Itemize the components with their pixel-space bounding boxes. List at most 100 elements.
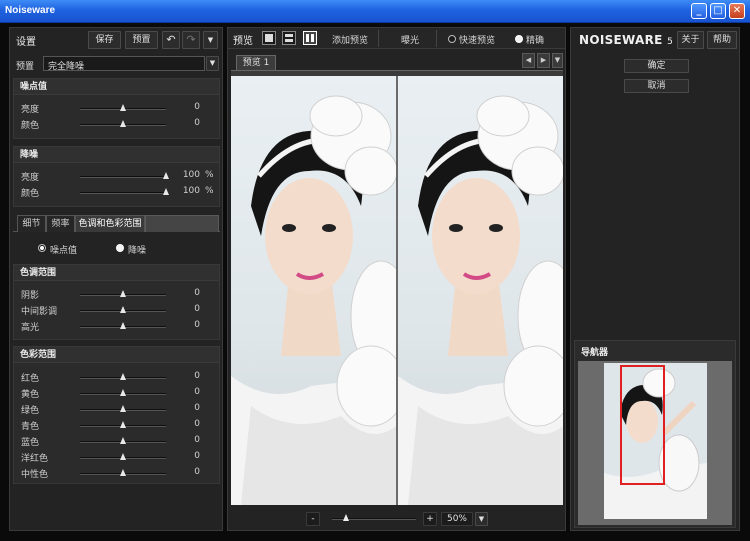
help-button[interactable]: 帮助 [707,31,737,49]
slider-value[interactable]: 0 [180,371,200,381]
scroll-right-icon[interactable]: ▶ [537,53,550,68]
preview-toolbar: 预览 添加预览 曝光 快速预览 精确 [228,28,565,49]
slider-value[interactable]: 0 [180,467,200,477]
settings-menu-icon[interactable]: ▼ [203,31,218,49]
slider-value[interactable]: 100 [180,186,200,196]
title-bar: Noiseware _ □ ✕ [0,0,750,23]
tab-frequency[interactable]: 频率 [46,215,75,232]
maximize-button[interactable]: □ [710,3,726,19]
slider-thumb[interactable] [120,120,126,127]
slider-thumb[interactable] [120,405,126,412]
slider-label: 中间影调 [21,307,58,317]
ok-button[interactable]: 确定 [624,59,689,73]
precise-radio[interactable] [515,35,523,43]
slider-thumb[interactable] [163,172,169,179]
preview-image-before[interactable] [231,76,396,505]
preview-menu-icon[interactable]: ▼ [552,53,563,68]
preview-label: 预览 [233,36,253,47]
noiseware-logo: NOISEWARE 5 [579,33,673,47]
slider-thumb[interactable] [120,437,126,444]
add-preview-button[interactable]: 添加预览 [332,33,368,46]
navigator-frame [578,361,732,525]
scroll-left-icon[interactable]: ◀ [522,53,535,68]
settings-tabs: 细节 频率 色调和色彩范围 [13,214,220,232]
slider-thumb[interactable] [163,188,169,195]
zoom-menu-icon[interactable]: ▼ [475,512,488,526]
undo-icon[interactable]: ↶ [162,31,180,49]
zoom-slider-thumb[interactable] [343,514,349,521]
minimize-button[interactable]: _ [691,3,707,19]
slider-thumb[interactable] [120,322,126,329]
close-button[interactable]: ✕ [729,3,745,19]
slider-thumb[interactable] [120,104,126,111]
preset-select[interactable]: 完全降噪 [43,56,205,72]
slider-value[interactable]: 0 [180,387,200,397]
single-view-icon[interactable] [262,31,276,45]
slider-value[interactable]: 0 [180,451,200,461]
slider-unit: % [205,186,214,196]
slider-track[interactable] [80,176,166,178]
slider-value[interactable]: 0 [180,435,200,445]
slider-thumb[interactable] [120,389,126,396]
preview-canvas[interactable] [231,76,563,505]
logo-version: 5 [667,37,674,47]
split-vertical-view-icon[interactable] [303,31,317,45]
tab-tone-color-range[interactable]: 色调和色彩范围 [75,215,145,232]
slider-row: 亮度 100 % [14,168,219,184]
preview-tab-1[interactable]: 预览 1 [236,55,276,71]
split-horizontal-view-icon[interactable] [282,31,296,45]
tab-detail[interactable]: 细节 [17,215,46,232]
redo-icon[interactable]: ↷ [182,31,200,49]
navigator-title: 导航器 [581,348,609,358]
slider-label: 亮度 [21,173,40,183]
color-range-section: 色彩范围 红色 0 黄色 0 绿色 0 青色 0 蓝色 0 洋红色 0 中性色 … [13,346,220,484]
slider-row: 颜色 100 % [14,184,219,200]
navigator-thumbnail[interactable] [604,363,707,519]
zoom-out-button[interactable]: - [306,512,320,526]
slider-track[interactable] [80,192,166,194]
navigator-section: 导航器 [574,340,736,528]
zoom-in-button[interactable]: + [423,512,437,526]
noise-reduction-radio-label[interactable]: 降噪 [128,243,146,256]
preset-button[interactable]: 预置 [125,31,158,49]
noise-level-radio[interactable] [38,244,46,252]
tab-strip-empty [145,215,219,232]
slider-value[interactable]: 0 [180,304,200,314]
quick-preview-label[interactable]: 快速预览 [459,33,495,46]
preset-dropdown-icon[interactable]: ▼ [206,56,219,71]
slider-thumb[interactable] [120,306,126,313]
slider-label: 青色 [21,422,40,432]
slider-value[interactable]: 0 [180,118,200,128]
slider-row: 绿色 0 [14,401,219,417]
slider-value[interactable]: 0 [180,403,200,413]
noise-level-radio-label[interactable]: 噪点值 [50,243,77,256]
slider-thumb[interactable] [120,373,126,380]
slider-row: 青色 0 [14,417,219,433]
quick-preview-radio[interactable] [448,35,456,43]
save-button[interactable]: 保存 [88,31,121,49]
noise-reduction-radio[interactable] [116,244,124,252]
slider-value[interactable]: 0 [180,419,200,429]
slider-value[interactable]: 0 [180,102,200,112]
about-button[interactable]: 关于 [677,31,704,49]
slider-value[interactable]: 0 [180,320,200,330]
slider-value[interactable]: 0 [180,288,200,298]
slider-label: 绿色 [21,406,40,416]
app-panel: NOISEWARE 5 关于 帮助 确定 取消 导航器 [570,27,740,531]
slider-thumb[interactable] [120,421,126,428]
exposure-button[interactable]: 曝光 [401,33,419,46]
noise-level-section: 噪点值 亮度 0 颜色 0 [13,78,220,139]
slider-row: 高光 0 [14,318,219,334]
slider-value[interactable]: 100 [180,170,200,180]
slider-thumb[interactable] [120,469,126,476]
slider-row: 颜色 0 [14,116,219,132]
slider-thumb[interactable] [120,453,126,460]
navigator-viewport-rect[interactable] [620,365,665,485]
cancel-button[interactable]: 取消 [624,79,689,93]
zoom-value[interactable]: 50% [441,512,473,526]
slider-thumb[interactable] [120,290,126,297]
preset-label: 预置 [16,62,35,72]
preview-image-after[interactable] [398,76,563,505]
precise-label[interactable]: 精确 [526,33,544,46]
noise-reduction-section: 降噪 亮度 100 % 颜色 100 % [13,146,220,207]
